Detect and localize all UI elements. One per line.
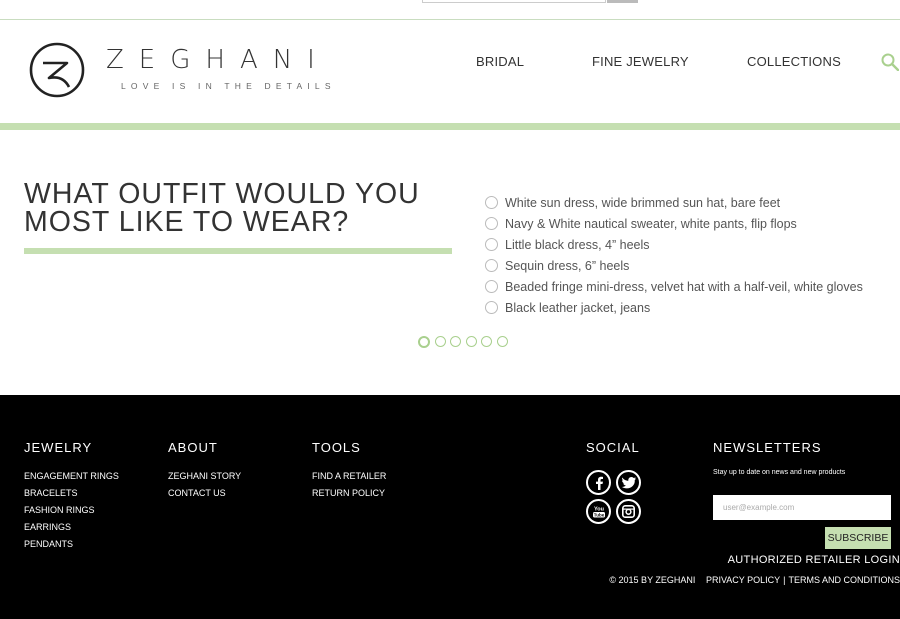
zeghani-logo-icon[interactable]: [29, 42, 85, 98]
nav-bridal[interactable]: BRIDAL: [476, 54, 524, 69]
footer-link-find-retailer[interactable]: FIND A RETAILER: [312, 468, 386, 485]
footer-about-column: ABOUT ZEGHANI STORY CONTACT US: [168, 440, 241, 502]
header-accent-bar: [0, 123, 900, 130]
pagination-dot[interactable]: [496, 336, 508, 347]
pagination-dot[interactable]: [434, 336, 446, 347]
question-underline: [24, 248, 452, 254]
footer-jewelry-column: JEWELRY ENGAGEMENT RINGS BRACELETS FASHI…: [24, 440, 119, 553]
answer-option[interactable]: Little black dress, 4” heels: [485, 234, 863, 255]
nav-fine-jewelry[interactable]: FINE JEWELRY: [592, 54, 689, 69]
footer-heading-jewelry: JEWELRY: [24, 440, 93, 455]
footer-heading-social: SOCIAL: [586, 440, 640, 455]
footer-heading-tools: TOOLS: [312, 440, 361, 455]
footer-link-fashion-rings[interactable]: FASHION RINGS: [24, 502, 119, 519]
footer-link-contact-us[interactable]: CONTACT US: [168, 485, 241, 502]
youtube-icon[interactable]: You Tube: [586, 499, 611, 524]
pagination-dot-active[interactable]: [418, 336, 430, 348]
search-icon[interactable]: [881, 53, 899, 71]
answer-option[interactable]: Black leather jacket, jeans: [485, 297, 863, 318]
nav-collections[interactable]: COLLECTIONS: [747, 54, 841, 69]
brand-tagline: LOVE IS IN THE DETAILS: [121, 81, 336, 91]
footer-social-column: SOCIAL: [586, 440, 640, 468]
answer-label: Beaded fringe mini-dress, velvet hat wit…: [505, 279, 863, 294]
radio-button[interactable]: [485, 259, 498, 272]
answer-label: Black leather jacket, jeans: [505, 300, 651, 315]
answer-label: Navy & White nautical sweater, white pan…: [505, 216, 797, 231]
instagram-icon[interactable]: [616, 499, 641, 524]
radio-button[interactable]: [485, 238, 498, 251]
footer-link-earrings[interactable]: EARRINGS: [24, 519, 119, 536]
footer-link-return-policy[interactable]: RETURN POLICY: [312, 485, 386, 502]
footer-newsletters-column: NEWSLETTERS: [713, 440, 822, 468]
radio-button[interactable]: [485, 301, 498, 314]
footer-link-zeghani-story[interactable]: ZEGHANI STORY: [168, 468, 241, 485]
twitter-icon[interactable]: [616, 470, 641, 495]
subscribe-button[interactable]: SUBSCRIBE: [825, 527, 891, 549]
newsletter-description: Stay up to date on news and new products: [713, 469, 846, 476]
top-strip: [0, 0, 900, 20]
svg-text:Tube: Tube: [593, 512, 604, 517]
retailer-login-link[interactable]: AUTHORIZED RETAILER LOGIN: [728, 554, 900, 566]
brand-name[interactable]: ZEGHANI: [106, 47, 330, 73]
pagination-dot[interactable]: [481, 336, 492, 347]
answer-option[interactable]: Beaded fringe mini-dress, velvet hat wit…: [485, 276, 863, 297]
newsletter-email-input[interactable]: [713, 495, 891, 520]
answer-option[interactable]: White sun dress, wide brimmed sun hat, b…: [485, 192, 863, 213]
site-header: ZEGHANI LOVE IS IN THE DETAILS BRIDAL FI…: [0, 20, 900, 123]
footer-link-engagement-rings[interactable]: ENGAGEMENT RINGS: [24, 468, 119, 485]
quiz-pagination: [418, 336, 512, 348]
top-search-button[interactable]: [607, 0, 638, 3]
quiz-question: WHAT OUTFIT WOULD YOU MOST LIKE TO WEAR?: [24, 178, 420, 238]
footer-tools-column: TOOLS FIND A RETAILER RETURN POLICY: [312, 440, 386, 502]
footer-link-bracelets[interactable]: BRACELETS: [24, 485, 119, 502]
answer-option[interactable]: Sequin dress, 6” heels: [485, 255, 863, 276]
radio-button[interactable]: [485, 217, 498, 230]
legal-links: © 2015 BY ZEGHANI PRIVACY POLICY | TERMS A…: [606, 575, 900, 585]
radio-button[interactable]: [485, 196, 498, 209]
pagination-dot[interactable]: [450, 336, 461, 347]
top-search-input[interactable]: [422, 0, 606, 3]
answer-label: White sun dress, wide brimmed sun hat, b…: [505, 195, 781, 210]
terms-link[interactable]: TERMS AND CONDITIONS: [788, 575, 900, 585]
copyright-text: © 2015 BY ZEGHANI: [609, 575, 696, 585]
answer-label: Sequin dress, 6” heels: [505, 258, 630, 273]
answer-option[interactable]: Navy & White nautical sweater, white pan…: [485, 213, 863, 234]
answer-list: White sun dress, wide brimmed sun hat, b…: [485, 192, 863, 318]
footer-link-pendants[interactable]: PENDANTS: [24, 536, 119, 553]
footer-heading-about: ABOUT: [168, 440, 218, 455]
legal-separator: |: [783, 575, 786, 585]
privacy-policy-link[interactable]: PRIVACY POLICY: [706, 575, 780, 585]
pagination-dot[interactable]: [465, 336, 477, 347]
answer-label: Little black dress, 4” heels: [505, 237, 650, 252]
facebook-icon[interactable]: [586, 470, 611, 495]
site-footer: JEWELRY ENGAGEMENT RINGS BRACELETS FASHI…: [0, 395, 900, 619]
radio-button[interactable]: [485, 280, 498, 293]
footer-heading-newsletters: NEWSLETTERS: [713, 440, 822, 455]
